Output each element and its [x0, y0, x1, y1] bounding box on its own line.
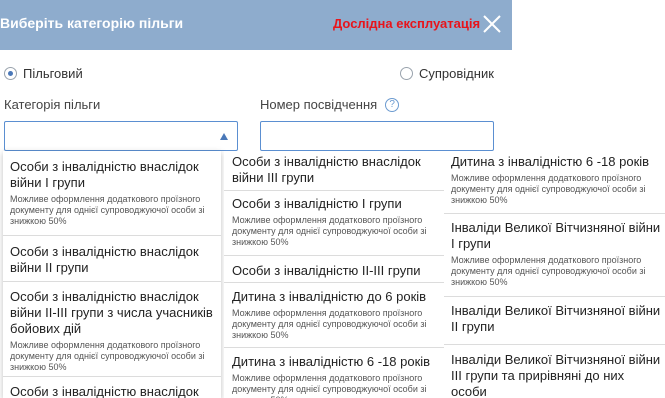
divider: [3, 376, 221, 377]
screen: Виберіть категорію пільги Дослідна експл…: [0, 0, 665, 398]
option-title: Дитина з інвалідністю 6 -18 років: [451, 154, 650, 169]
option-note: Можливе оформлення додаткового проїзного…: [232, 215, 427, 247]
option-note: Можливе оформлення додаткового проїзного…: [10, 194, 205, 226]
divider: [224, 282, 444, 283]
certificate-number-input[interactable]: [260, 121, 494, 151]
option-note: Можливе оформлення додаткового проїзного…: [232, 373, 427, 398]
option-title: Інваліди Великої Вітчизняної війни І гру…: [451, 220, 661, 251]
radio-companion[interactable]: Супровідник: [400, 64, 494, 82]
option-note: Можливе оформлення додаткового проїзного…: [451, 173, 646, 205]
divider: [444, 296, 665, 297]
category-dropdown-column-2: Особи з інвалідністю внаслідок війни ІІІ…: [224, 151, 444, 398]
list-item[interactable]: Особи з інвалідністю внаслідок війни І г…: [10, 159, 216, 227]
option-title: Особи з інвалідністю ІІ-ІІІ групи: [232, 263, 421, 278]
list-item[interactable]: Дитина з інвалідністю 6 -18 років Можлив…: [451, 154, 661, 206]
list-item[interactable]: Особи з інвалідністю ІІ-ІІІ групи: [232, 263, 440, 279]
option-note: Можливе оформлення додаткового проїзного…: [10, 340, 205, 372]
category-dropdown-column-1: Особи з інвалідністю внаслідок війни І г…: [3, 151, 221, 398]
list-item[interactable]: Інваліди Великої Вітчизняної війни ІІ гр…: [451, 303, 661, 335]
radio-label-companion: Супровідник: [419, 65, 494, 81]
list-item[interactable]: Інваліди Великої Вітчизняної війни І гру…: [451, 220, 661, 288]
trial-operation-badge: Дослідна експлуатація: [333, 16, 481, 31]
category-dropdown-column-3: Дитина з інвалідністю 6 -18 років Можлив…: [444, 151, 665, 398]
option-title: Дитина з інвалідністю 6 -18 років: [232, 354, 431, 369]
modal-header: Виберіть категорію пільги Дослідна експл…: [0, 0, 512, 50]
category-label: Категорія пільги: [4, 97, 101, 112]
option-title: Особи з інвалідністю І групи: [232, 196, 402, 211]
option-title: Особи з інвалідністю внаслідок війни ІІ-…: [10, 289, 213, 336]
help-icon[interactable]: ?: [385, 97, 400, 112]
option-title: Інваліди Великої Вітчизняної війни ІІІ г…: [451, 352, 661, 398]
list-item[interactable]: Особи з інвалідністю внаслідок війни ІІ-…: [10, 289, 216, 373]
list-item[interactable]: Особи з інвалідністю внаслідок війни ІІІ…: [232, 154, 440, 186]
radio-button-unchecked[interactable]: [400, 66, 413, 80]
option-title: Особи з інвалідністю внаслідок війни ІІ …: [10, 244, 199, 275]
option-note: Можливе оформлення додаткового проїзного…: [451, 255, 646, 287]
list-item[interactable]: Дитина з інвалідністю до 6 років Можливе…: [232, 289, 440, 341]
divider: [444, 344, 665, 345]
option-note: Можливе оформлення додаткового проїзного…: [232, 308, 427, 340]
certificate-label: Номер посвідчення: [260, 97, 378, 112]
radio-label-beneficiary: Пільговий: [23, 65, 83, 81]
radio-beneficiary[interactable]: Пільговий: [4, 64, 83, 82]
list-item[interactable]: Інваліди Великої Вітчизняної війни ІІІ г…: [451, 352, 661, 398]
list-item[interactable]: Особи з інвалідністю І групи Можливе офо…: [232, 196, 440, 248]
divider: [224, 347, 444, 348]
list-item[interactable]: Особи з інвалідністю внаслідок війни ІІ …: [10, 244, 216, 276]
divider: [224, 190, 444, 191]
list-item[interactable]: Дитина з інвалідністю 6 -18 років Можлив…: [232, 354, 440, 398]
divider: [224, 255, 444, 256]
radio-button-checked[interactable]: [4, 66, 17, 80]
option-title: Дитина з інвалідністю до 6 років: [232, 289, 427, 304]
caret-up-icon: [220, 133, 228, 140]
divider: [3, 235, 221, 236]
divider: [3, 281, 221, 282]
category-select[interactable]: [4, 121, 238, 151]
certificate-label-row: Номер посвідчення ?: [260, 97, 400, 112]
close-icon[interactable]: [480, 12, 504, 36]
option-title: Особи з інвалідністю внаслідок війни ІІІ…: [232, 154, 421, 185]
option-title: Особи з інвалідністю внаслідок: [10, 384, 199, 398]
list-item[interactable]: Особи з інвалідністю внаслідок: [10, 384, 216, 398]
modal-title: Виберіть категорію пільги: [0, 15, 184, 31]
option-title: Інваліди Великої Вітчизняної війни ІІ гр…: [451, 303, 661, 334]
divider: [444, 213, 665, 214]
option-title: Особи з інвалідністю внаслідок війни І г…: [10, 159, 199, 190]
